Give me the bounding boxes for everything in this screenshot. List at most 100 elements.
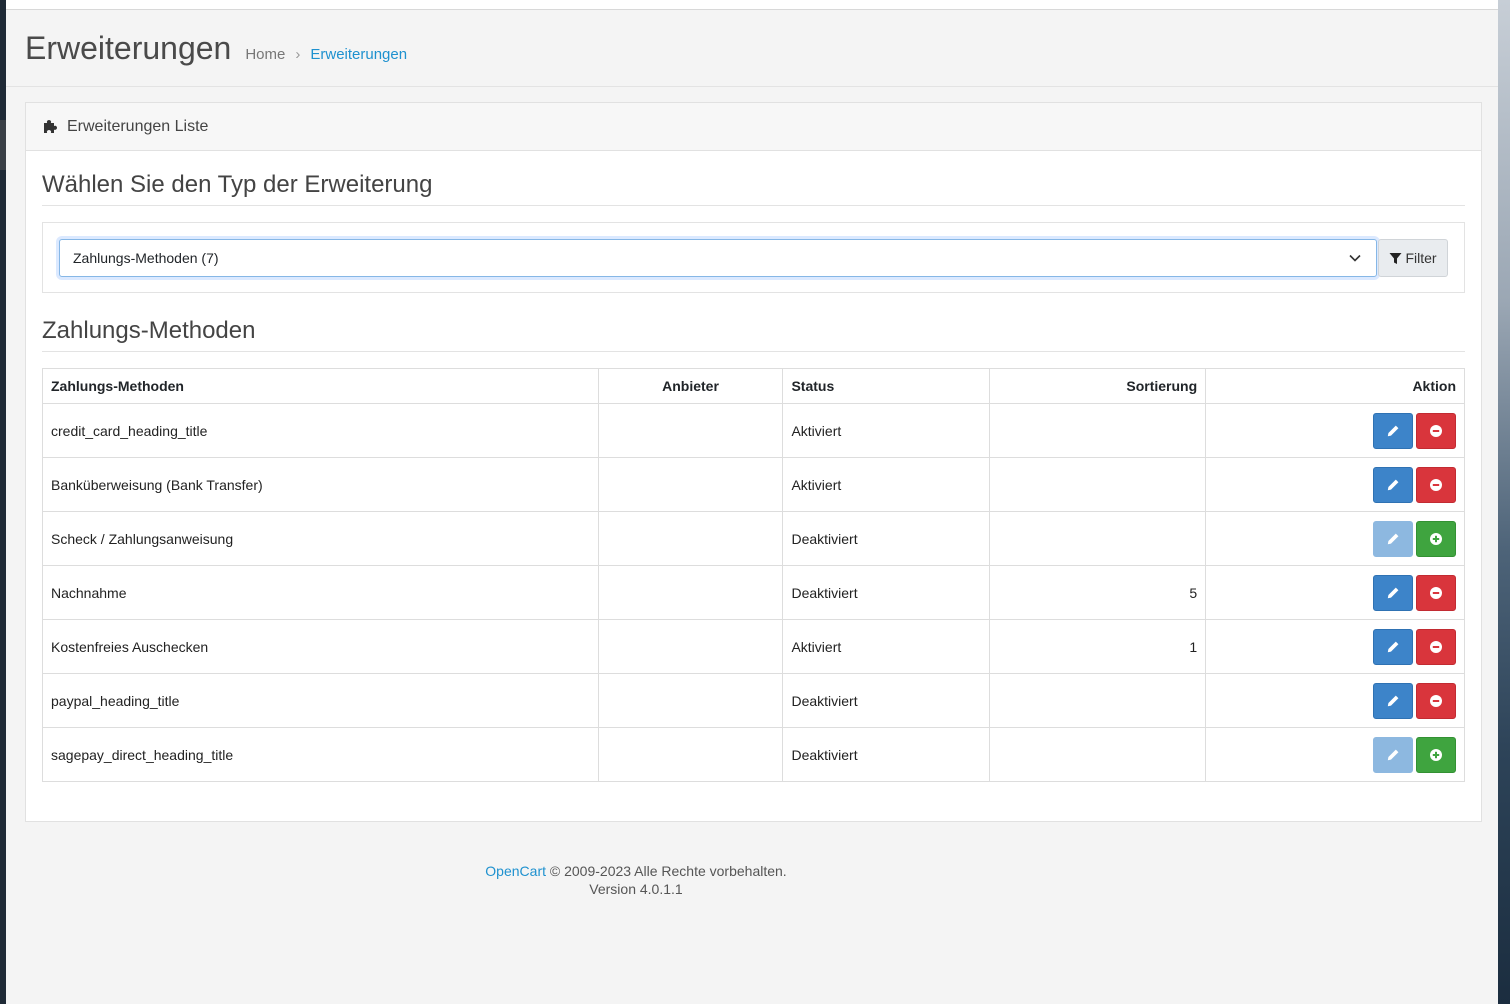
row-status: Aktiviert — [782, 403, 991, 458]
install-button[interactable] — [1416, 520, 1456, 557]
pencil-icon — [1387, 749, 1399, 760]
row-actions — [1205, 511, 1465, 566]
edit-button[interactable] — [1373, 736, 1413, 773]
row-sort-order — [989, 457, 1207, 512]
row-vendor — [597, 619, 784, 674]
edit-button[interactable] — [1373, 682, 1413, 719]
pencil-icon — [1387, 587, 1399, 598]
page-header: Erweiterungen Home › Erweiterungen — [6, 10, 1498, 87]
minus-circle-icon — [1430, 640, 1442, 653]
row-actions — [1205, 673, 1465, 728]
uninstall-button[interactable] — [1416, 412, 1456, 449]
column-header-action: Aktion — [1205, 368, 1465, 404]
puzzle-piece-icon — [44, 119, 57, 133]
minus-circle-icon — [1430, 586, 1442, 599]
opencart-link[interactable]: OpenCart — [485, 863, 546, 879]
row-sort-order: 5 — [989, 565, 1207, 620]
table-row: Scheck / Zahlungsanweisung Deaktiviert — [42, 511, 1465, 566]
card-title: Erweiterungen Liste — [67, 117, 209, 135]
table-row: Kostenfreies Auschecken Aktiviert 1 — [42, 619, 1465, 674]
pencil-icon — [1387, 425, 1399, 436]
column-header-vendor: Anbieter — [597, 368, 784, 404]
filter-button[interactable]: Filter — [1378, 239, 1448, 277]
table-row: Banküberweisung (Bank Transfer) Aktiviert — [42, 457, 1465, 512]
pencil-icon — [1387, 533, 1399, 544]
pencil-icon — [1387, 641, 1399, 652]
row-name: Nachnahme — [42, 565, 599, 620]
pencil-icon — [1387, 479, 1399, 490]
table-row: Nachnahme Deaktiviert 5 — [42, 565, 1465, 620]
uninstall-button[interactable] — [1416, 682, 1456, 719]
edit-button[interactable] — [1373, 520, 1413, 557]
row-name: credit_card_heading_title — [42, 403, 599, 458]
row-sort-order — [989, 673, 1207, 728]
uninstall-button[interactable] — [1416, 574, 1456, 611]
row-sort-order: 1 — [989, 619, 1207, 674]
chevron-down-icon — [1349, 254, 1361, 262]
minus-circle-icon — [1430, 478, 1442, 491]
row-status: Aktiviert — [782, 457, 991, 512]
breadcrumb-separator-icon: › — [295, 46, 301, 63]
edit-button[interactable] — [1373, 628, 1413, 665]
row-status: Deaktiviert — [782, 511, 991, 566]
extension-type-select-value: Zahlungs-Methoden (7) — [73, 250, 219, 266]
edit-button[interactable] — [1373, 412, 1413, 449]
row-name: Banküberweisung (Bank Transfer) — [42, 457, 599, 512]
desktop-background-edge — [1498, 0, 1510, 1004]
uninstall-button[interactable] — [1416, 466, 1456, 503]
table-row: sagepay_direct_heading_title Deaktiviert — [42, 727, 1465, 782]
row-status: Deaktiviert — [782, 565, 991, 620]
edit-button[interactable] — [1373, 574, 1413, 611]
card-header: Erweiterungen Liste — [26, 103, 1481, 151]
column-header-status: Status — [782, 368, 991, 404]
table-row: paypal_heading_title Deaktiviert — [42, 673, 1465, 728]
funnel-icon — [1389, 252, 1402, 264]
row-vendor — [597, 403, 784, 458]
row-vendor — [597, 673, 784, 728]
table-header-row: Zahlungs-Methoden Anbieter Status Sortie… — [42, 368, 1465, 404]
uninstall-button[interactable] — [1416, 628, 1456, 665]
row-sort-order — [989, 727, 1207, 782]
row-actions — [1205, 565, 1465, 620]
column-header-sort: Sortierung — [989, 368, 1207, 404]
top-bar — [6, 0, 1498, 10]
row-vendor — [597, 511, 784, 566]
extension-type-select[interactable]: Zahlungs-Methoden (7) — [59, 239, 1377, 277]
row-vendor — [597, 457, 784, 512]
plus-circle-icon — [1430, 748, 1442, 761]
admin-page: Erweiterungen Home › Erweiterungen Erwei… — [6, 0, 1498, 1004]
version-text: Version 4.0.1.1 — [589, 881, 683, 897]
row-actions — [1205, 403, 1465, 458]
row-sort-order — [989, 511, 1207, 566]
row-sort-order — [989, 403, 1207, 458]
row-vendor — [597, 565, 784, 620]
copyright-text: © 2009-2023 Alle Rechte vorbehalten. — [549, 863, 787, 879]
payment-methods-heading: Zahlungs-Methoden — [42, 317, 1465, 352]
breadcrumb-extensions-link[interactable]: Erweiterungen — [310, 46, 407, 63]
row-name: sagepay_direct_heading_title — [42, 727, 599, 782]
row-status: Deaktiviert — [782, 673, 991, 728]
install-button[interactable] — [1416, 736, 1456, 773]
payment-methods-table: Zahlungs-Methoden Anbieter Status Sortie… — [42, 368, 1465, 782]
row-actions — [1205, 619, 1465, 674]
card-body: Wählen Sie den Typ der Erweiterung Zahlu… — [26, 171, 1481, 782]
edit-button[interactable] — [1373, 466, 1413, 503]
row-actions — [1205, 457, 1465, 512]
row-actions — [1205, 727, 1465, 782]
minus-circle-icon — [1430, 694, 1442, 707]
pencil-icon — [1387, 695, 1399, 706]
row-name: Scheck / Zahlungsanweisung — [42, 511, 599, 566]
row-status: Aktiviert — [782, 619, 991, 674]
row-name: Kostenfreies Auschecken — [42, 619, 599, 674]
breadcrumb: Home › Erweiterungen — [245, 46, 407, 63]
table-row: credit_card_heading_title Aktiviert — [42, 403, 1465, 458]
breadcrumb-home-link[interactable]: Home — [245, 46, 285, 63]
page-footer: OpenCart © 2009-2023 Alle Rechte vorbeha… — [6, 862, 1266, 898]
row-status: Deaktiviert — [782, 727, 991, 782]
filter-button-label: Filter — [1405, 250, 1437, 266]
filter-well: Zahlungs-Methoden (7) Filter — [42, 222, 1465, 293]
row-name: paypal_heading_title — [42, 673, 599, 728]
column-header-name[interactable]: Zahlungs-Methoden — [42, 368, 599, 404]
minus-circle-icon — [1430, 424, 1442, 437]
extensions-card: Erweiterungen Liste Wählen Sie den Typ d… — [25, 102, 1482, 822]
